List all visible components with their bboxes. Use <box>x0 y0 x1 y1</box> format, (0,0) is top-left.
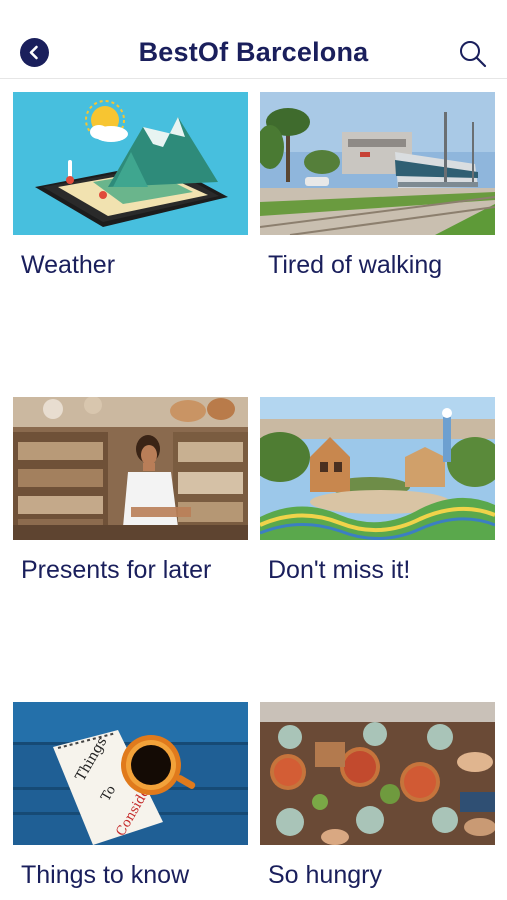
weather-illustration-image <box>13 92 248 235</box>
page-title: BestOf Barcelona <box>138 37 369 67</box>
category-label: Weather <box>21 251 116 279</box>
park-guell-photo-image <box>260 397 495 540</box>
category-label: So hungry <box>268 861 382 889</box>
category-label: Don't miss it! <box>268 556 411 584</box>
category-card-weather[interactable]: Weather <box>13 92 248 281</box>
coffee-note-photo-image: Things To Consider <box>13 702 248 845</box>
tram-photo-image <box>260 92 495 235</box>
top-bar: BestOf Barcelona <box>0 0 507 79</box>
category-label: Presents for later <box>21 556 212 584</box>
category-label: Tired of walking <box>268 251 443 279</box>
search-icon <box>460 41 487 68</box>
market-shop-photo-image <box>13 397 248 540</box>
app-screen: BestOf Barcelona Weather Tired of walkin… <box>0 0 507 900</box>
category-label: Things to know <box>21 861 190 889</box>
category-card-so-hungry[interactable]: So hungry <box>260 702 495 891</box>
food-table-photo-image <box>260 702 495 845</box>
category-card-tired-of-walking[interactable]: Tired of walking <box>260 92 495 281</box>
search-button[interactable] <box>458 39 488 69</box>
category-card-dont-miss-it[interactable]: Don't miss it! <box>260 397 495 586</box>
category-card-things-to-know[interactable]: Things To Consider Things to know <box>13 702 248 891</box>
category-card-presents-for-later[interactable]: Presents for later <box>13 397 248 586</box>
